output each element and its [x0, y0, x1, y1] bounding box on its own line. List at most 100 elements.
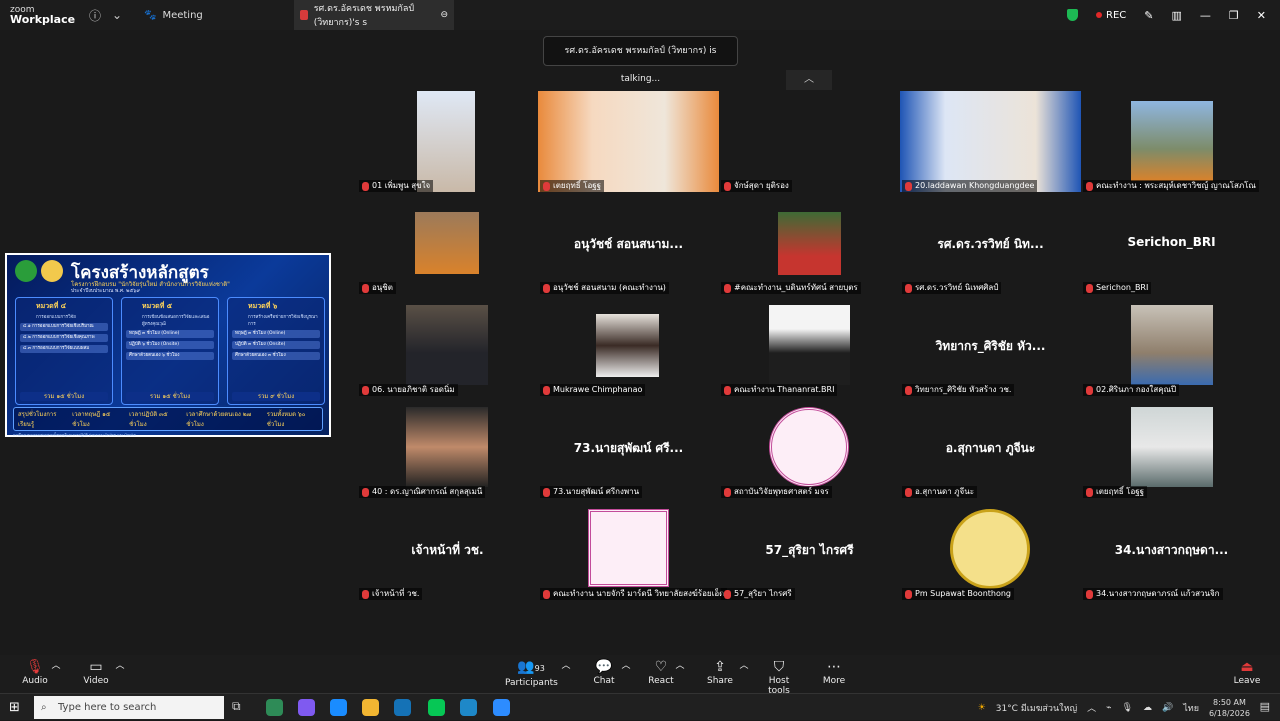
participant-tile[interactable]: 40 : ดร.ญาณิศากรณ์ สกุลสุเมนี — [357, 397, 538, 498]
react-button[interactable]: ♡ React — [646, 658, 676, 686]
participant-video — [538, 91, 719, 192]
chevron-down-icon[interactable]: ⌄ — [110, 8, 124, 22]
layout-icon[interactable]: ▥ — [1172, 9, 1182, 22]
browser-icon[interactable] — [460, 699, 477, 716]
share-button[interactable]: ⇪ Share — [706, 658, 734, 686]
language-indicator[interactable]: ไทย — [1183, 701, 1199, 715]
participant-name: เตยฤทธิ์ โอฐฐ — [553, 181, 602, 190]
participant-tile[interactable]: 57_สุริยา ไกรศรี 57_สุริยา ไกรศรี — [719, 499, 900, 600]
participant-tile[interactable]: วิทยากร_ศิริชัย หัว... วิทยากร_ศิริชัย ห… — [900, 295, 1081, 396]
participant-nameplate: 02.ศิรินภา กองใสคุณปี — [1083, 384, 1180, 396]
participant-tile[interactable]: 73.นายสุพัฒน์ ศรี... 73.นายสุพัฒน์ ศรีกง… — [538, 397, 719, 498]
more-label: More — [822, 676, 846, 686]
chrome-icon[interactable] — [266, 699, 283, 716]
participant-tile[interactable]: 02.ศิรินภา กองใสคุณปี — [1081, 295, 1262, 396]
tab-meeting[interactable]: 🐾 Meeting — [144, 10, 294, 21]
participant-tile[interactable]: Serichon_BRI Serichon_BRI — [1081, 193, 1262, 294]
participant-tile[interactable]: 34.นางสาวกฤษดา... 34.นางสาวกฤษดาภรณ์ แก้… — [1081, 499, 1262, 600]
share-options-button[interactable]: ︿ — [738, 658, 750, 671]
participant-tile[interactable]: สถาบันวิจัยพุทธศาสตร์ มจร — [719, 397, 900, 498]
participant-tile[interactable]: อนุวัชช์ สอนสนาม... อนุวัชช์ สอนสนาม (คณ… — [538, 193, 719, 294]
summary-label: สรุปชั่วโมงการเรียนรู้ — [18, 411, 57, 428]
info-icon[interactable]: ⓘ — [88, 7, 102, 24]
participant-tile[interactable]: #คณะทำงาน_บดินทร์ทัศน์ สายบุตร — [719, 193, 900, 294]
participant-tile[interactable]: 06. นายอภิชาติ รอดนิ่ม — [357, 295, 538, 396]
taskbar-search-input[interactable]: ⌕ Type here to search — [34, 696, 224, 719]
participant-tile[interactable]: เตยฤทธิ์ โอฐฐ — [1081, 397, 1262, 498]
outlook-icon[interactable] — [394, 699, 411, 716]
participant-name: 40 : ดร.ญาณิศากรณ์ สกุลสุเมนี — [372, 487, 483, 496]
speaker-icon[interactable]: 🔊 — [1162, 703, 1173, 713]
chevron-up-icon: ︿ — [675, 661, 685, 671]
close-icon[interactable]: ✕ — [1257, 9, 1266, 22]
mic-muted-icon — [724, 487, 731, 497]
zoom-taskbar-icon[interactable] — [493, 699, 510, 716]
leave-label: Leave — [1233, 676, 1261, 686]
participant-tile[interactable]: คณะทำงาน นายจักรี มาร์ดนี วิทยาลัยสงฆ์ร้… — [538, 499, 728, 600]
participant-tile[interactable]: เจ้าหน้าที่ วช. เจ้าหน้าที่ วช. — [357, 499, 538, 600]
participant-tile[interactable]: Pm Supawat Boonthong — [900, 499, 1081, 600]
recording-indicator[interactable]: REC — [1096, 10, 1126, 21]
leave-button[interactable]: ⏏ Leave — [1232, 658, 1262, 686]
more-icon[interactable]: ⊖ — [440, 10, 448, 20]
chat-button[interactable]: 💬 Chat — [590, 658, 618, 686]
react-options-button[interactable]: ︿ — [674, 658, 686, 671]
pencil-icon[interactable]: ✎ — [1144, 9, 1153, 22]
network-icon[interactable]: ⌁ — [1106, 703, 1111, 713]
participant-display-name: อนุวัชช์ สอนสนาม... — [573, 237, 684, 251]
chevron-up-icon[interactable]: ︿ — [1087, 701, 1096, 714]
participant-name: คณะทำงาน นายจักรี มาร์ดนี วิทยาลัยสงฆ์ร้… — [553, 589, 725, 598]
participant-nameplate: 01 เพิ่มพูน สุขใจ — [359, 180, 434, 192]
cloud-icon[interactable]: ☁ — [1143, 703, 1152, 713]
participant-tile[interactable]: อนุชิต — [357, 193, 538, 294]
video-button[interactable]: ▭ Video — [80, 658, 112, 686]
taskbar-search-placeholder: Type here to search — [58, 702, 157, 713]
mic-muted-icon: 🎙 — [26, 659, 44, 675]
restore-icon[interactable]: ❐ — [1229, 9, 1239, 22]
participant-tile[interactable]: เตยฤทธิ์ โอฐฐ — [538, 91, 719, 192]
video-options-button[interactable]: ︿ — [114, 658, 126, 671]
weather-text[interactable]: 31°C มีเมฆส่วนใหญ่ — [996, 701, 1077, 715]
taskbar-clock[interactable]: 8:50 AM 6/18/2026 — [1209, 697, 1250, 719]
meeting-controls: 🎙 Audio ︿ ▭ Video ︿ 👥93 Participants ︿ 💬… — [0, 655, 1280, 696]
task-view-icon[interactable]: ⧉ — [232, 699, 241, 714]
participant-tile[interactable]: 20.laddawan Khongduangdee — [900, 91, 1081, 192]
copilot-icon[interactable] — [298, 699, 315, 716]
participant-tile[interactable]: คณะทำงาน Thananrat.BRI — [719, 295, 900, 396]
microphone-icon[interactable]: 🎙 — [1122, 703, 1133, 713]
windows-taskbar: ⊞ ⌕ Type here to search ⧉ ☀ 31°C มีเมฆส่… — [0, 693, 1280, 720]
mic-muted-icon — [724, 283, 731, 293]
weather-icon: ☀ — [977, 702, 986, 713]
shield-icon[interactable] — [1067, 9, 1079, 21]
participants-button[interactable]: 👥93 Participants — [505, 658, 558, 688]
chat-options-button[interactable]: ︿ — [620, 658, 632, 671]
audio-options-button[interactable]: ︿ — [50, 658, 62, 671]
edge-icon[interactable] — [330, 699, 347, 716]
more-button[interactable]: ⋯ More — [818, 658, 850, 686]
participants-options-button[interactable]: ︿ — [560, 658, 572, 671]
participant-nameplate: 73.นายสุพัฒน์ ศรีกงพาน — [540, 486, 643, 498]
participant-tile[interactable]: อ.สุกานดา ภูจีนะ อ.สุกานดา ภูจีนะ — [900, 397, 1081, 498]
mic-muted-icon — [362, 487, 369, 497]
mic-muted-icon — [362, 181, 369, 191]
file-explorer-icon[interactable] — [362, 699, 379, 716]
host-tools-button[interactable]: ⛉ Host tools — [758, 658, 800, 696]
mic-muted-icon — [1086, 487, 1093, 497]
chevron-up-icon: ︿ — [115, 661, 125, 671]
participant-tile[interactable]: 01 เพิ่มพูน สุขใจ — [357, 91, 538, 192]
participant-tile[interactable]: รศ.ดร.วรวิทย์ นิท... รศ.ดร.วรวิทย์ นิเทศ… — [900, 193, 1081, 294]
unit-card: หมวดที่ ๔ การออกแบบการวิจัย ๔.๑ การออกแบ… — [15, 297, 113, 405]
participant-tile[interactable]: คณะทำงาน : พระสมุห์เดชาวิชญ์ ญาณโสภโณ — [1081, 91, 1262, 192]
participant-tile[interactable]: Mukrawe Chimphanao — [538, 295, 719, 396]
windows-start-icon[interactable]: ⊞ — [9, 700, 20, 715]
participant-tile[interactable]: จักษ์สุดา ยุติรอง — [719, 91, 900, 192]
line-icon[interactable] — [428, 699, 445, 716]
collapse-gallery-button[interactable]: ︿ — [786, 70, 832, 90]
minimize-icon[interactable]: — — [1200, 9, 1211, 22]
unit-item: ปฏิบัติ ๓ ชั่วโมง (Onsite) — [232, 341, 320, 349]
tab-shared-screen[interactable]: รศ.ดร.อัครเดช พรหมกัลป์ (วิทยากร)'s s ⊖ — [294, 0, 454, 30]
audio-button[interactable]: 🎙 Audio — [20, 658, 50, 686]
mic-muted-icon — [543, 283, 550, 293]
shared-screen[interactable]: โครงสร้างหลักสูตร โครงการฝึกอบรม "นักวิจ… — [5, 253, 331, 437]
notification-icon[interactable]: ▤ — [1260, 700, 1270, 713]
